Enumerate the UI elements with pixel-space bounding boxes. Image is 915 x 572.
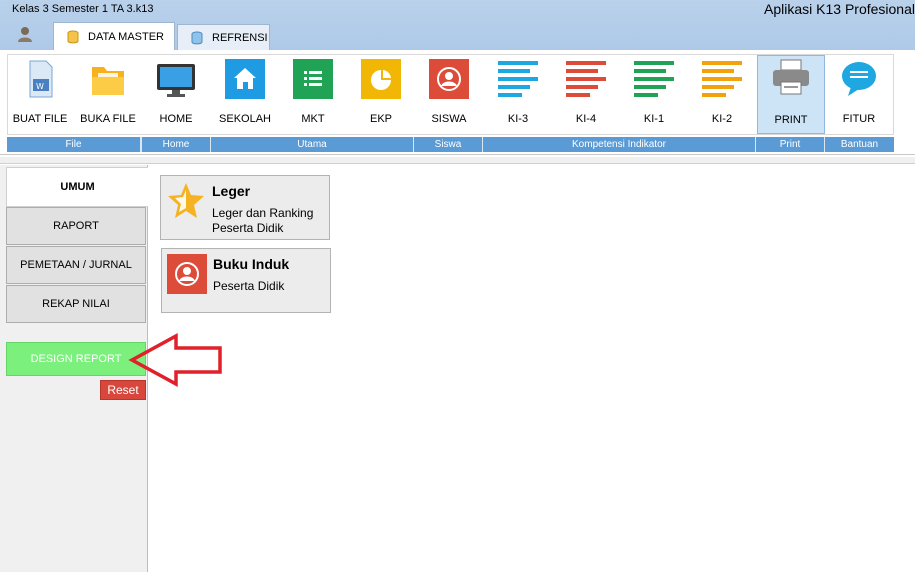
left-nav-panel: UMUM RAPORT PEMETAAN / JURNAL REKAP NILA… — [0, 165, 148, 572]
ekp-button[interactable]: EKP — [350, 57, 412, 133]
star-icon — [168, 183, 204, 218]
button-label: EKP — [369, 113, 392, 125]
print-button[interactable]: PRINT — [757, 55, 825, 134]
buat-file-button[interactable]: W BUAT FILE — [9, 57, 71, 133]
button-label: KI-3 — [507, 113, 529, 125]
fitur-button[interactable]: FITUR — [828, 57, 890, 133]
open-folder-icon — [92, 67, 124, 95]
lines-icon — [634, 61, 674, 97]
user-icon[interactable] — [16, 25, 34, 43]
tab-refrensi[interactable]: REFRENSI — [177, 24, 270, 50]
sekolah-button[interactable]: SEKOLAH — [214, 57, 276, 133]
button-label: KI-4 — [575, 113, 597, 125]
buku-induk-tile[interactable]: Buku Induk Peserta Didik — [161, 248, 331, 313]
title-bar: Kelas 3 Semester 1 TA 3.k13 Aplikasi K13… — [0, 0, 915, 51]
database-icon — [67, 30, 79, 44]
button-label: BUKA FILE — [80, 113, 136, 125]
ki-1-button[interactable]: KI-1 — [623, 57, 685, 133]
tab-label: REFRENSI — [212, 31, 268, 44]
button-label: FITUR — [842, 113, 876, 125]
leger-tile[interactable]: Leger Leger dan Ranking Peserta Didik — [160, 175, 330, 240]
nav-raport[interactable]: RAPORT — [6, 207, 146, 245]
ribbon-panel: W BUAT FILE BUKA FILE HOME SEKOLAH MKT E… — [7, 54, 894, 135]
group-print: Print — [756, 137, 824, 152]
button-label: SISWA — [431, 113, 467, 125]
lines-icon — [566, 61, 606, 97]
group-file: File — [7, 137, 140, 152]
tile-description: Leger dan Ranking Peserta Didik — [212, 206, 314, 235]
ribbon-group-bar: File Home Utama Siswa Kompetensi Indikat… — [7, 137, 894, 152]
button-label: MKT — [301, 113, 325, 125]
group-kompetensi-indikator: Kompetensi Indikator — [483, 137, 755, 152]
ki-4-button[interactable]: KI-4 — [555, 57, 617, 133]
design-report-button[interactable]: DESIGN REPORT — [6, 342, 146, 376]
database-icon — [191, 31, 203, 44]
group-home: Home — [142, 137, 210, 152]
ribbon-separator — [0, 157, 915, 164]
app-title: Aplikasi K13 Profesional — [764, 1, 915, 17]
mkt-button[interactable]: MKT — [282, 57, 344, 133]
list-icon — [293, 59, 333, 99]
ribbon: W BUAT FILE BUKA FILE HOME SEKOLAH MKT E… — [0, 50, 915, 155]
button-label: SEKOLAH — [219, 113, 271, 125]
group-utama: Utama — [211, 137, 413, 152]
nav-rekap-nilai[interactable]: REKAP NILAI — [6, 285, 146, 323]
window-title: Kelas 3 Semester 1 TA 3.k13 — [12, 3, 154, 15]
button-label: BUAT FILE — [12, 113, 68, 125]
tile-description: Peserta Didik — [213, 279, 285, 293]
lines-icon — [702, 61, 742, 97]
home-icon — [225, 59, 265, 99]
printer-icon — [773, 59, 809, 95]
chat-bubble-icon — [842, 62, 876, 96]
button-label: KI-2 — [711, 113, 733, 125]
tab-data-master[interactable]: DATA MASTER — [53, 22, 175, 51]
new-file-icon: W — [29, 60, 53, 98]
user-icon — [167, 254, 207, 294]
nav-umum[interactable]: UMUM — [6, 167, 148, 207]
lines-icon — [498, 61, 538, 97]
home-button[interactable]: HOME — [145, 57, 207, 133]
tab-label: DATA MASTER — [88, 31, 164, 43]
button-label: PRINT — [774, 114, 808, 126]
annotation-arrow-icon — [128, 333, 222, 387]
monitor-icon — [157, 64, 195, 97]
ki-3-button[interactable]: KI-3 — [487, 57, 549, 133]
group-bantuan: Bantuan — [825, 137, 894, 152]
buka-file-button[interactable]: BUKA FILE — [77, 57, 139, 133]
ki-2-button[interactable]: KI-2 — [691, 57, 753, 133]
svg-text:W: W — [36, 82, 44, 91]
siswa-button[interactable]: SISWA — [418, 57, 480, 133]
pie-chart-icon — [361, 59, 401, 99]
nav-pemetaan-jurnal[interactable]: PEMETAAN / JURNAL — [6, 246, 146, 284]
button-label: KI-1 — [643, 113, 665, 125]
user-icon — [429, 59, 469, 99]
tile-title: Buku Induk — [213, 256, 290, 272]
button-label: HOME — [159, 113, 193, 125]
tile-title: Leger — [212, 183, 251, 199]
group-siswa: Siswa — [414, 137, 482, 152]
